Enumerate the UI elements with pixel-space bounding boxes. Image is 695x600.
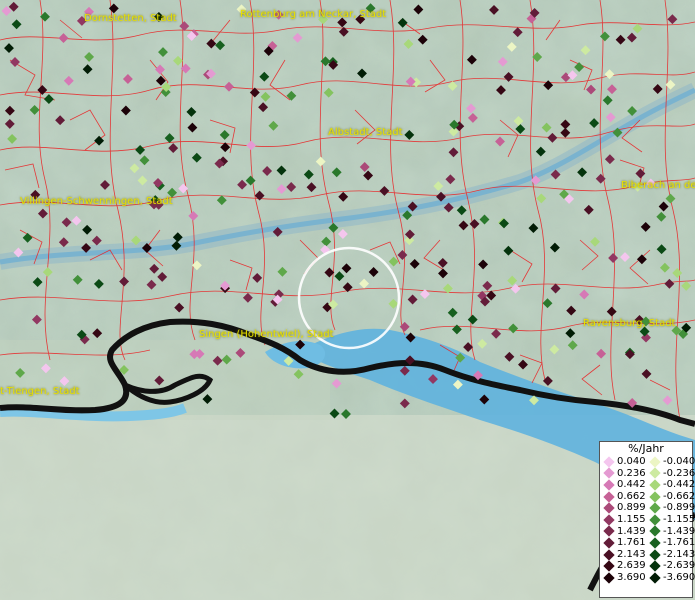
legend-label: -3.690 xyxy=(663,571,695,583)
legend-label: 0.236 xyxy=(617,467,646,479)
legend-swatch xyxy=(603,490,615,503)
legend-entry-positive: 0.442 xyxy=(600,479,646,491)
legend-swatch xyxy=(603,479,615,491)
legend-label: 0.662 xyxy=(617,490,646,502)
legend-swatch xyxy=(649,548,661,561)
legend-label: 1.439 xyxy=(617,525,646,537)
legend-entry-negative: -0.236 xyxy=(646,467,695,480)
legend-swatch xyxy=(603,548,615,561)
legend-entry-negative: -0.899 xyxy=(646,502,695,514)
legend-entry-positive: 0.662 xyxy=(600,491,646,503)
legend-label: -2.143 xyxy=(663,548,695,560)
legend-label: -0.442 xyxy=(663,479,695,491)
legend-label: 0.899 xyxy=(617,502,646,514)
legend-label: -1.439 xyxy=(663,525,695,537)
legend-entry-positive: 2.143 xyxy=(600,549,646,561)
legend-label: -0.662 xyxy=(663,490,695,502)
legend-entry-negative: -1.439 xyxy=(646,525,695,538)
legend-label: 1.155 xyxy=(617,513,646,525)
legend-swatch xyxy=(603,456,615,468)
legend-row: 1.439 -1.439 xyxy=(600,525,695,538)
legend-entry-negative: -0.662 xyxy=(646,490,695,503)
legend-swatch xyxy=(649,572,661,584)
legend-entry-positive: 1.155 xyxy=(600,514,646,526)
legend-row: 0.899 -0.899 xyxy=(600,502,695,514)
legend-label: 2.143 xyxy=(617,548,646,560)
legend-label: 0.442 xyxy=(617,479,646,491)
legend-swatch xyxy=(649,537,661,549)
place-label-tiengen: t-Tiengen, Stadt xyxy=(0,386,80,397)
legend-entry-negative: -0.040 xyxy=(646,456,695,468)
legend-label: -2.639 xyxy=(663,560,695,572)
legend-label: 3.690 xyxy=(617,571,646,583)
map-canvas[interactable] xyxy=(0,0,695,600)
legend-row: 1.761 -1.761 xyxy=(600,537,695,549)
legend-entry-positive: 3.690 xyxy=(600,572,646,584)
legend-row: 0.040 -0.040 xyxy=(600,456,695,468)
place-label-albstadt: Albstadt, Stadt xyxy=(328,127,403,138)
legend-swatch xyxy=(649,560,661,572)
place-label-dornstetten: Dornstetten, Stadt xyxy=(84,13,177,24)
legend-swatch xyxy=(649,456,661,468)
legend-label: -1.155 xyxy=(663,513,695,525)
legend-entry-positive: 1.761 xyxy=(600,537,646,549)
legend-row: 2.639 -2.639 xyxy=(600,560,695,572)
place-label-rottenburg: Rottenburg am Neckar, Stadt xyxy=(240,9,387,20)
legend-row: 0.442 -0.442 xyxy=(600,479,695,491)
legend-swatch xyxy=(603,525,615,538)
legend-swatch xyxy=(649,502,661,514)
legend-swatch xyxy=(603,502,615,514)
place-label-biberach: Biberach an de xyxy=(621,180,695,191)
legend-entry-negative: -1.155 xyxy=(646,513,695,526)
legend-row: 1.155 -1.155 xyxy=(600,513,695,526)
legend-swatch xyxy=(649,490,661,503)
legend-label: 2.639 xyxy=(617,560,646,572)
legend-entry-positive: 2.639 xyxy=(600,560,646,572)
legend-entry-negative: -2.143 xyxy=(646,548,695,561)
legend-rows: 0.040 -0.040 0.236 -0.236 0.442 -0.442 0.662 -0… xyxy=(600,456,695,584)
legend-label: 0.040 xyxy=(617,456,646,467)
legend-entry-negative: -3.690 xyxy=(646,571,695,584)
legend-entry-negative: -2.639 xyxy=(646,560,695,572)
legend-swatch xyxy=(603,467,615,480)
legend-row: 3.690 -3.690 xyxy=(600,571,695,584)
legend-entry-positive: 0.040 xyxy=(600,456,646,468)
legend-swatch xyxy=(649,467,661,480)
legend-entry-negative: -1.761 xyxy=(646,537,695,549)
legend-entry-negative: -0.442 xyxy=(646,479,695,491)
place-label-villingen: Villingen-Schwenningen, Stadt xyxy=(20,196,173,207)
legend-label: -1.761 xyxy=(663,537,695,549)
legend-swatch xyxy=(649,479,661,491)
legend-label: 1.761 xyxy=(617,537,646,549)
legend-row: 2.143 -2.143 xyxy=(600,548,695,561)
legend-swatch xyxy=(603,572,615,584)
legend-title: %/Jahr xyxy=(628,442,664,455)
legend-label: -0.236 xyxy=(663,467,695,479)
legend-swatch xyxy=(649,525,661,538)
place-label-singen: Singen (Hohentwiel), Stadt xyxy=(199,329,334,340)
legend: %/Jahr 0.040 -0.040 0.236 -0.236 0.442 -0.442… xyxy=(599,441,695,598)
legend-entry-positive: 0.236 xyxy=(600,468,646,480)
legend-swatch xyxy=(603,514,615,526)
legend-row: 0.236 -0.236 xyxy=(600,467,695,480)
legend-swatch xyxy=(649,514,661,526)
legend-label: -0.899 xyxy=(663,502,695,514)
legend-entry-positive: 0.899 xyxy=(600,502,646,514)
place-label-ravensburg: Ravensburg, Stadt xyxy=(583,318,676,329)
legend-swatch xyxy=(603,537,615,549)
legend-swatch xyxy=(603,560,615,572)
legend-entry-positive: 1.439 xyxy=(600,526,646,538)
legend-label: -0.040 xyxy=(663,456,695,467)
legend-row: 0.662 -0.662 xyxy=(600,490,695,503)
